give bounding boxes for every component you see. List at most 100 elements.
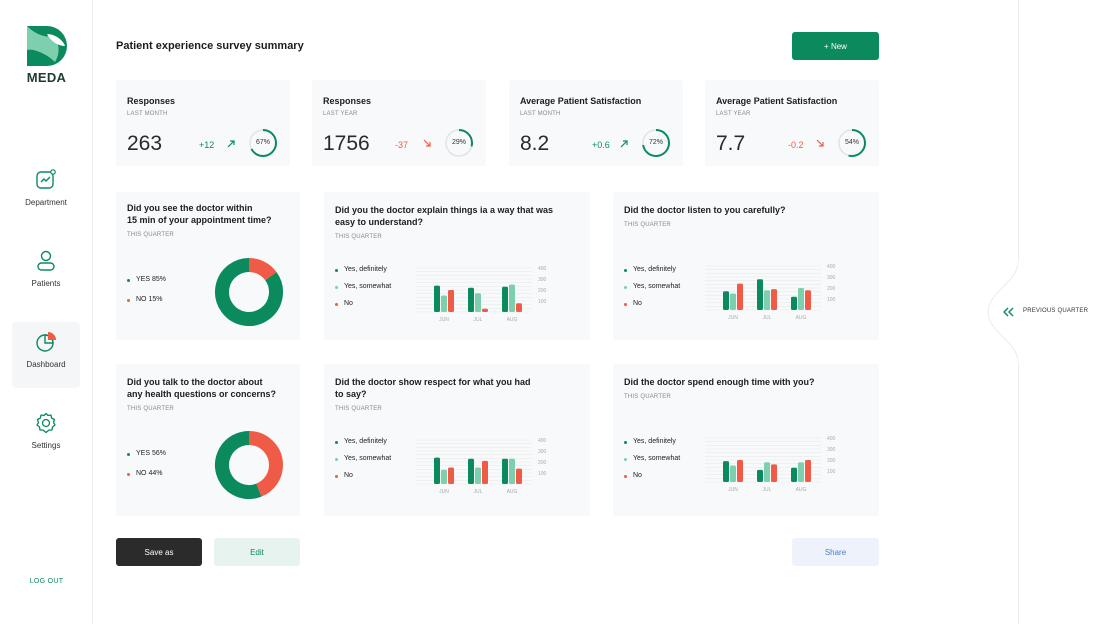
x-tick-label: AUG [507, 317, 518, 323]
legend-dot [624, 441, 627, 444]
bar-no-jul [771, 289, 777, 310]
double-chevron-left-icon[interactable] [1003, 307, 1015, 317]
bar-yes-definitely-jul [757, 279, 763, 310]
stat-value: 263 [127, 132, 163, 155]
bar-no-jun [448, 467, 454, 484]
bar-yes-somewhat-aug [509, 458, 515, 484]
x-tick-label: JUL [474, 317, 483, 323]
period-label: THIS QUARTER [335, 234, 382, 240]
sidebar-item-patients[interactable]: Patients [12, 241, 80, 307]
legend-label: Yes, somewhat [344, 283, 392, 290]
survey-card-respect: Did the doctor show respect for what you… [324, 364, 590, 516]
legend-item: Yes, definitely [335, 438, 391, 455]
bar-no-aug [805, 460, 811, 482]
bar-no-jun [737, 283, 743, 310]
sidebar-item-settings[interactable]: Settings [12, 403, 80, 469]
y-tick-label: 100 [827, 297, 836, 303]
bar-yes-somewhat-aug [798, 288, 804, 310]
pie-icon [36, 332, 56, 352]
question-title: Did you see the doctor within 15 min of … [127, 202, 272, 226]
x-tick-label: JUL [763, 487, 772, 493]
stat-title: Average Patient Satisfaction [716, 96, 838, 106]
stat-delta: +12 [199, 140, 215, 150]
legend-item: Yes, somewhat [335, 455, 391, 472]
x-tick-label: AUG [507, 489, 518, 495]
sidebar-item-dashboard[interactable]: Dashboard [12, 322, 80, 388]
legend-dot [624, 303, 627, 306]
question-title: Did the doctor spend enough time with yo… [624, 376, 815, 388]
bar-yes-somewhat-jun [441, 295, 447, 312]
bar-no-jun [737, 460, 743, 482]
bar-yes-definitely-jun [723, 291, 729, 310]
new-button[interactable]: + New [792, 32, 879, 60]
stat-value: 8.2 [520, 132, 550, 155]
bar-legend: Yes, definitely Yes, somewhat No [335, 266, 391, 317]
legend-label: NO 15% [136, 296, 163, 303]
bar-yes-definitely-aug [502, 286, 508, 312]
bar-yes-definitely-jul [468, 458, 474, 484]
legend-dot [335, 441, 338, 444]
legend-label: No [344, 472, 353, 479]
question-line: easy to understand? [335, 217, 424, 227]
y-tick-label: 300 [538, 449, 547, 455]
x-tick-label: JUN [728, 487, 738, 493]
stat-period: LAST MONTH [127, 111, 168, 117]
bar-yes-somewhat-aug [509, 284, 515, 312]
progress-percent: 29% [451, 139, 466, 146]
arrow-up-right-icon [620, 140, 628, 148]
stat-period: LAST YEAR [716, 111, 751, 117]
arrow-down-right-icon [423, 139, 431, 147]
bar-yes-definitely-aug [791, 467, 797, 482]
sidebar-item-label: Patients [31, 279, 61, 288]
x-tick-label: AUG [796, 487, 807, 493]
legend-dot [335, 475, 338, 478]
sidebar-item-label: Dashboard [26, 360, 66, 369]
logout-link[interactable]: LOG OUT [0, 578, 93, 585]
stat-card: Average Patient Satisfaction LAST YEAR 7.7… [705, 80, 879, 166]
bar-no-jul [482, 308, 488, 312]
bar-yes-definitely-jun [434, 285, 440, 312]
chart-icon [36, 169, 56, 189]
progress-percent: 72% [648, 139, 663, 146]
legend-item: Yes, somewhat [624, 455, 680, 472]
sidebar-item-department[interactable]: Department [12, 160, 80, 226]
x-tick-label: JUN [728, 315, 738, 321]
period-label: THIS QUARTER [127, 232, 174, 238]
stat-title: Average Patient Satisfaction [520, 96, 642, 106]
legend-label: Yes, somewhat [344, 455, 392, 462]
question-line: 15 min of your appointment time? [127, 215, 272, 225]
bar-no-aug [516, 468, 522, 484]
legend-dot [335, 286, 338, 289]
bar-yes-definitely-jul [468, 287, 474, 312]
previous-quarter-link[interactable]: PREVIOUS QUARTER [1023, 308, 1088, 314]
legend-dot [335, 303, 338, 306]
edit-button[interactable]: Edit [214, 538, 300, 566]
legend-dot [127, 299, 130, 302]
legend-label: YES 85% [136, 276, 166, 283]
legend-no: NO 15% [127, 296, 166, 313]
legend-label: YES 56% [136, 450, 166, 457]
bar-chart: 400 300 200 100 JUN JUL AUG [416, 266, 547, 323]
share-button[interactable]: Share [792, 538, 879, 566]
legend-yes: YES 85% [127, 276, 166, 293]
survey-card-explain: Did you the doctor explain things ia a w… [324, 192, 590, 340]
bar-chart: 400 300 200 100 JUN JUL AUG [705, 436, 836, 493]
stat-card: Responses LAST MONTH 263 +12 67% [116, 80, 290, 166]
bar-yes-somewhat-jun [730, 465, 736, 482]
period-label: THIS QUARTER [624, 394, 671, 400]
x-tick-label: JUL [763, 315, 772, 321]
survey-card-wait-time: Did you see the doctor within 15 min of … [116, 192, 300, 340]
bar-no-aug [516, 303, 522, 312]
bar-chart: 400 300 200 100 JUN JUL AUG [416, 438, 547, 495]
bar-no-jul [771, 464, 777, 482]
period-label: THIS QUARTER [335, 406, 382, 412]
question-title: Did the doctor listen to you carefully? [624, 204, 786, 216]
period-label: THIS QUARTER [624, 222, 671, 228]
x-tick-label: JUL [474, 489, 483, 495]
legend-no: NO 44% [127, 470, 166, 487]
y-tick-label: 100 [538, 299, 547, 305]
legend-item: Yes, definitely [624, 266, 680, 283]
user-icon [37, 250, 55, 271]
progress-percent: 67% [255, 139, 270, 146]
save-as-button[interactable]: Save as [116, 538, 202, 566]
